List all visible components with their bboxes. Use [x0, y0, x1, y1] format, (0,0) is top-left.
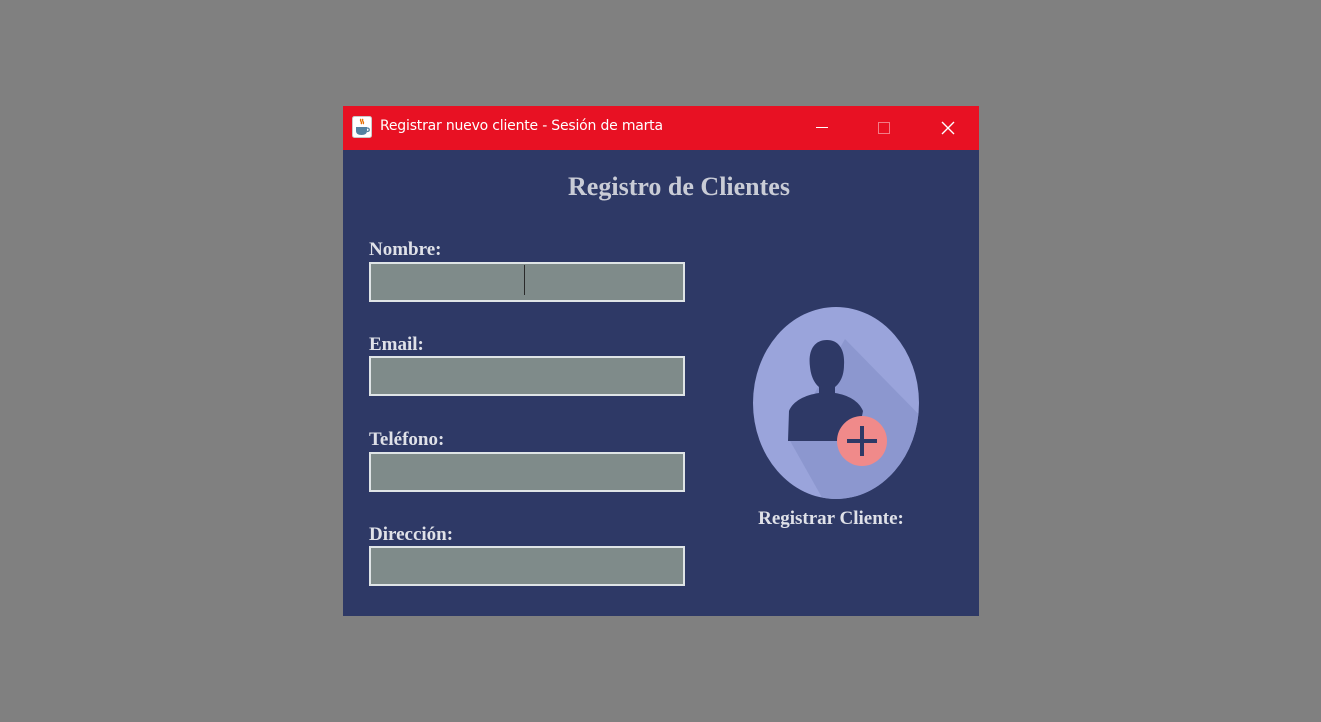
direccion-label: Dirección:: [369, 524, 454, 545]
java-cup-icon: [352, 116, 372, 138]
minimize-button[interactable]: [791, 106, 853, 150]
close-icon: [941, 121, 955, 135]
page-title: Registro de Clientes: [568, 172, 790, 201]
direccion-input[interactable]: [369, 546, 685, 586]
title-bar[interactable]: Registrar nuevo cliente - Sesión de mart…: [343, 106, 979, 150]
nombre-input[interactable]: [369, 262, 685, 302]
maximize-button[interactable]: [853, 106, 915, 150]
telefono-label: Teléfono:: [369, 429, 445, 450]
text-caret: [524, 265, 525, 295]
close-button[interactable]: [917, 106, 979, 150]
email-input[interactable]: [369, 356, 685, 396]
add-user-icon: [753, 307, 919, 499]
email-label: Email:: [369, 334, 424, 355]
register-client-window: Registrar nuevo cliente - Sesión de mart…: [343, 106, 979, 616]
telefono-input[interactable]: [369, 452, 685, 492]
nombre-label: Nombre:: [369, 239, 442, 260]
register-client-label[interactable]: Registrar Cliente:: [733, 508, 929, 530]
minimize-icon: [816, 126, 828, 128]
maximize-icon: [878, 122, 890, 134]
nombre-field-wrap: [369, 262, 685, 302]
window-title: Registrar nuevo cliente - Sesión de mart…: [380, 118, 663, 134]
register-client-button[interactable]: [753, 307, 919, 499]
